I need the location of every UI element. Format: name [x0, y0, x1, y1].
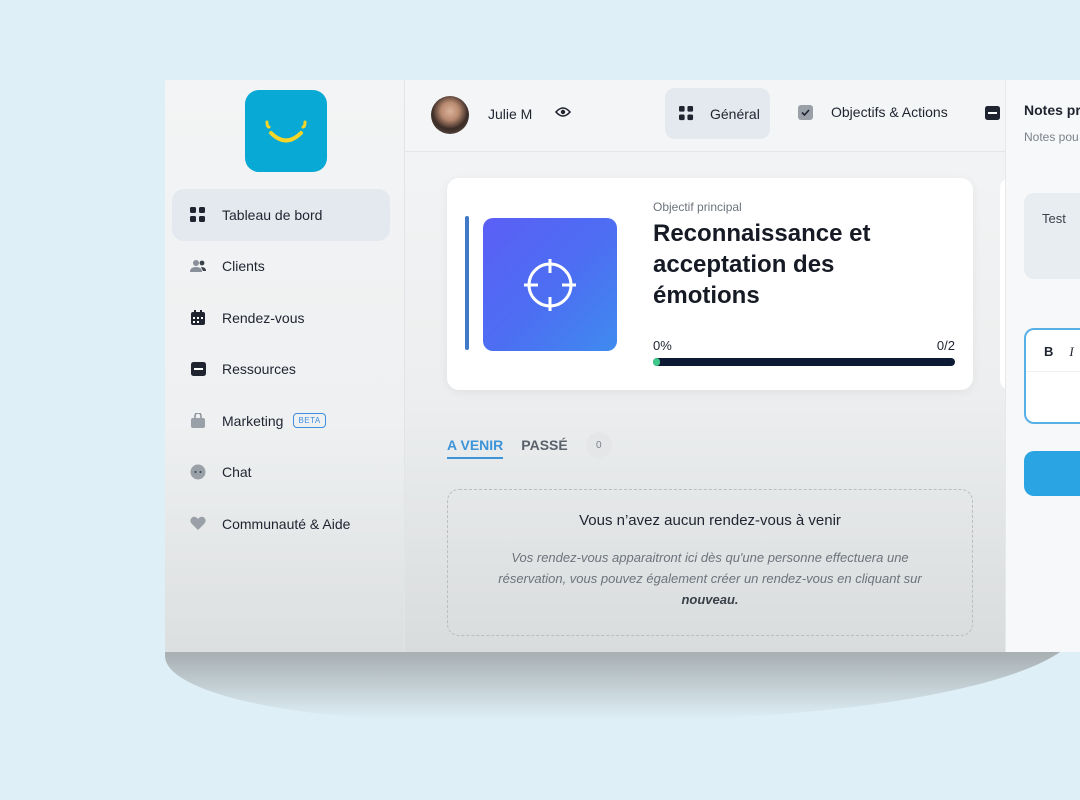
progress-bar — [653, 358, 955, 366]
sidebar-item-label: Rendez-vous — [222, 309, 305, 326]
objective-title: Reconnaissance et acceptation des émotio… — [653, 220, 871, 309]
tab-objectifs-actions[interactable]: Objectifs & Actions — [798, 104, 948, 120]
empty-title: Vous n’avez aucun rendez-vous à venir — [579, 512, 841, 529]
progress-fill — [653, 358, 660, 366]
folder-icon — [188, 359, 208, 379]
objective-image — [483, 218, 617, 351]
calendar-icon — [188, 308, 208, 328]
objective-card[interactable]: Objectif principal Reconnaissance et acc… — [447, 178, 973, 390]
count-badge: 0 — [585, 432, 612, 458]
add-note-button[interactable] — [1024, 451, 1080, 496]
italic-button[interactable]: I — [1069, 344, 1073, 371]
notes-title: Notes pr — [1024, 102, 1080, 118]
notes-subtitle: Notes pou — [1024, 130, 1079, 144]
empty-description-link: nouveau. — [681, 592, 739, 607]
folder-icon[interactable] — [985, 106, 1000, 125]
sidebar-item-label: Communauté & Aide — [222, 515, 351, 532]
empty-description: Vos rendez-vous apparaitront ici dès qu'… — [480, 547, 940, 610]
sidebar-item-label: Marketing — [222, 412, 284, 429]
sidebar-item-communaute-aide[interactable]: Communauté & Aide — [172, 498, 390, 550]
bold-button[interactable]: B — [1044, 344, 1053, 371]
editor-toolbar: B I — [1026, 330, 1080, 372]
sidebar-item-ressources[interactable]: Ressources — [172, 344, 390, 396]
sidebar-item-label: Ressources — [222, 361, 296, 378]
sidebar-nav: Tableau de bord Clients Rendez-vous Ress… — [172, 189, 390, 550]
shopping-bag-icon — [188, 411, 208, 431]
dashboard-icon — [679, 106, 694, 121]
progress-ratio: 0/2 — [936, 338, 955, 353]
smile-logo-icon — [265, 120, 307, 143]
sidebar-item-tableau-de-bord[interactable]: Tableau de bord — [172, 189, 390, 241]
tab-passe[interactable]: PASSÉ — [521, 437, 567, 459]
notes-panel: Notes pr Notes pou Test B I — [1005, 80, 1080, 652]
sidebar-item-label: Chat — [222, 464, 252, 481]
eye-icon[interactable] — [554, 105, 572, 123]
app-window: Tableau de bord Clients Rendez-vous Ress… — [165, 80, 1080, 652]
beta-badge: BETA — [293, 413, 326, 429]
top-header: Julie M Général Objectifs & Actions — [405, 80, 1005, 152]
appointment-tabs: A VENIR PASSÉ 0 — [447, 432, 612, 459]
note-editor[interactable]: B I — [1024, 328, 1080, 424]
sidebar-item-clients[interactable]: Clients — [172, 241, 390, 293]
sidebar-item-rendez-vous[interactable]: Rendez-vous — [172, 292, 390, 344]
user-name: Julie M — [488, 106, 533, 122]
sidebar-item-marketing[interactable]: Marketing BETA — [172, 395, 390, 447]
app-logo[interactable] — [245, 90, 327, 172]
objective-label: Objectif principal — [653, 200, 742, 214]
avatar[interactable] — [431, 96, 469, 134]
empty-description-text: Vos rendez-vous apparaitront ici dès qu'… — [498, 550, 922, 586]
users-icon — [188, 256, 208, 276]
chat-icon — [188, 462, 208, 482]
sidebar: Tableau de bord Clients Rendez-vous Ress… — [165, 80, 405, 652]
dashboard-icon — [188, 205, 208, 225]
tab-general[interactable]: Général — [665, 88, 770, 139]
target-icon — [524, 258, 576, 311]
checkbox-icon — [798, 104, 813, 120]
empty-appointments: Vous n’avez aucun rendez-vous à venir Vo… — [447, 489, 973, 636]
note-text: Test — [1042, 211, 1066, 226]
tab-label: Objectifs & Actions — [831, 104, 948, 120]
card-accent-bar — [465, 216, 469, 350]
tab-label: Général — [710, 105, 760, 122]
tab-a-venir[interactable]: A VENIR — [447, 437, 504, 459]
note-item[interactable]: Test — [1024, 193, 1080, 279]
progress-percent: 0% — [653, 338, 672, 353]
sidebar-item-label: Tableau de bord — [222, 206, 323, 223]
sidebar-item-chat[interactable]: Chat — [172, 447, 390, 499]
heart-icon — [188, 514, 208, 534]
sidebar-item-label: Clients — [222, 258, 265, 275]
